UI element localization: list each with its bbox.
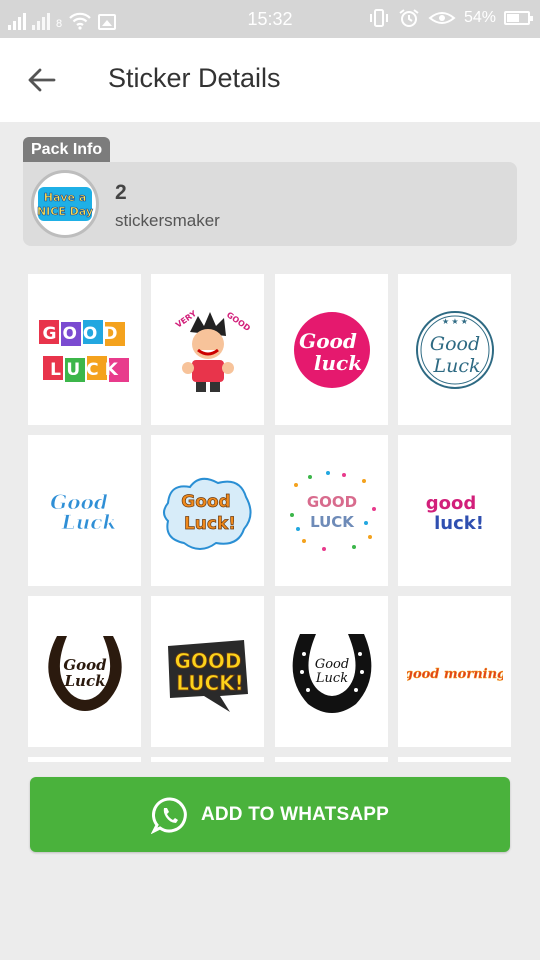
sticker-cell[interactable]	[28, 757, 141, 762]
sticker-cell[interactable]: GOOD LUCK	[275, 435, 388, 586]
sticker-text-bottom: LUCK	[310, 513, 355, 531]
whatsapp-icon	[150, 796, 187, 834]
pack-publisher: stickersmaker	[115, 211, 220, 230]
sticker-text-bottom: luck	[313, 351, 361, 375]
sticker-cell[interactable]: good luck!	[398, 435, 511, 586]
battery-percent: 54%	[463, 9, 496, 26]
add-to-whatsapp-label: ADD TO WHATSAPP	[200, 803, 390, 825]
sticker-cell[interactable]: GOOD LUCK	[28, 274, 141, 425]
sticker-cell[interactable]	[275, 757, 388, 762]
sticker-image: good luck!	[425, 493, 484, 534]
app-toolbar: Sticker Details	[0, 38, 540, 122]
sticker-cell[interactable]: VERY GOOD	[151, 274, 264, 425]
sticker-image: VERY GOOD	[173, 308, 252, 392]
sticker-grid: GOOD LUCK VERY GOOD Good luck ★ ★ ★ Good	[28, 274, 512, 762]
svg-text:★ ★ ★: ★ ★ ★	[442, 317, 468, 326]
sticker-text-top: Good	[314, 657, 348, 672]
arrow-left-icon[interactable]	[22, 60, 62, 100]
sticker-text-bottom: Luck	[60, 510, 116, 534]
sticker-image: GOOD LUCK	[38, 319, 129, 382]
sticker-cell[interactable]: Good luck	[275, 274, 388, 425]
pack-logo-line1: Have a	[44, 191, 87, 204]
sticker-text-bottom: Luck	[63, 672, 105, 690]
sticker-text-bottom: Luck!	[183, 514, 235, 534]
sticker-text-top: Good	[181, 492, 230, 512]
sticker-cell[interactable]	[398, 757, 511, 762]
battery-icon	[504, 11, 533, 25]
sticker-image: Good Luck	[47, 635, 122, 711]
pack-logo-line2: NICE Day	[37, 205, 93, 218]
sticker-text-top: GOOD	[306, 493, 356, 511]
pack-logo: Have a NICE Day	[37, 187, 93, 221]
sticker-image: Good Luck	[292, 633, 371, 713]
sticker-cell[interactable]: ★ ★ ★ Good Luck	[398, 274, 511, 425]
sticker-cell[interactable]: Good Luck	[28, 435, 141, 586]
sticker-image: ★ ★ ★ Good Luck	[415, 310, 494, 389]
sticker-text-top: good morning	[407, 667, 503, 682]
add-to-whatsapp-button[interactable]: ADD TO WHATSAPP	[30, 777, 510, 852]
sticker-image: Good Luck	[49, 489, 116, 534]
pack-info-card: Have a NICE Day 2 stickersmaker	[23, 162, 517, 246]
sticker-text-bottom: Luck	[314, 671, 347, 686]
sticker-text-bottom: Luck	[432, 355, 480, 377]
back-button[interactable]	[22, 60, 62, 100]
sticker-text-top: GOOD	[42, 324, 123, 344]
sticker-cell[interactable]: Good Luck	[275, 596, 388, 747]
sticker-text-bottom: LUCK	[50, 360, 124, 380]
pack-tray-icon: Have a NICE Day	[31, 170, 99, 238]
alarm-icon	[399, 9, 419, 27]
eye-icon	[428, 12, 456, 24]
vibrate-icon	[369, 9, 388, 27]
sticker-image: GOOD LUCK	[289, 470, 376, 551]
sticker-text-top: GOOD	[174, 649, 241, 673]
sticker-text-bottom: LUCK!	[176, 671, 244, 695]
sticker-text-bottom: GOOD	[224, 310, 251, 333]
sticker-cell[interactable]: good morning	[398, 596, 511, 747]
sticker-cell[interactable]: Good Luck!	[151, 435, 264, 586]
status-bar: 8 15:32 54%	[0, 0, 540, 38]
sticker-text-top: good	[425, 493, 476, 514]
pack-info-tag: Pack Info	[23, 137, 111, 162]
sticker-cell[interactable]: Good Luck	[28, 596, 141, 747]
sticker-image: Good luck	[293, 311, 370, 388]
sticker-image: Good Luck!	[162, 477, 251, 550]
sticker-cell[interactable]: GOOD LUCK!	[151, 596, 264, 747]
page-title: Sticker Details	[108, 63, 281, 93]
sticker-image: good morning	[407, 666, 503, 682]
sticker-text-bottom: luck!	[434, 513, 484, 534]
pack-name: 2	[115, 181, 127, 204]
sticker-text-top: Good	[429, 333, 479, 355]
sticker-image: GOOD LUCK!	[167, 639, 248, 712]
sticker-cell[interactable]	[151, 757, 264, 762]
status-right-icons: 54%	[368, 8, 533, 28]
sticker-text-top: Good	[299, 329, 357, 353]
